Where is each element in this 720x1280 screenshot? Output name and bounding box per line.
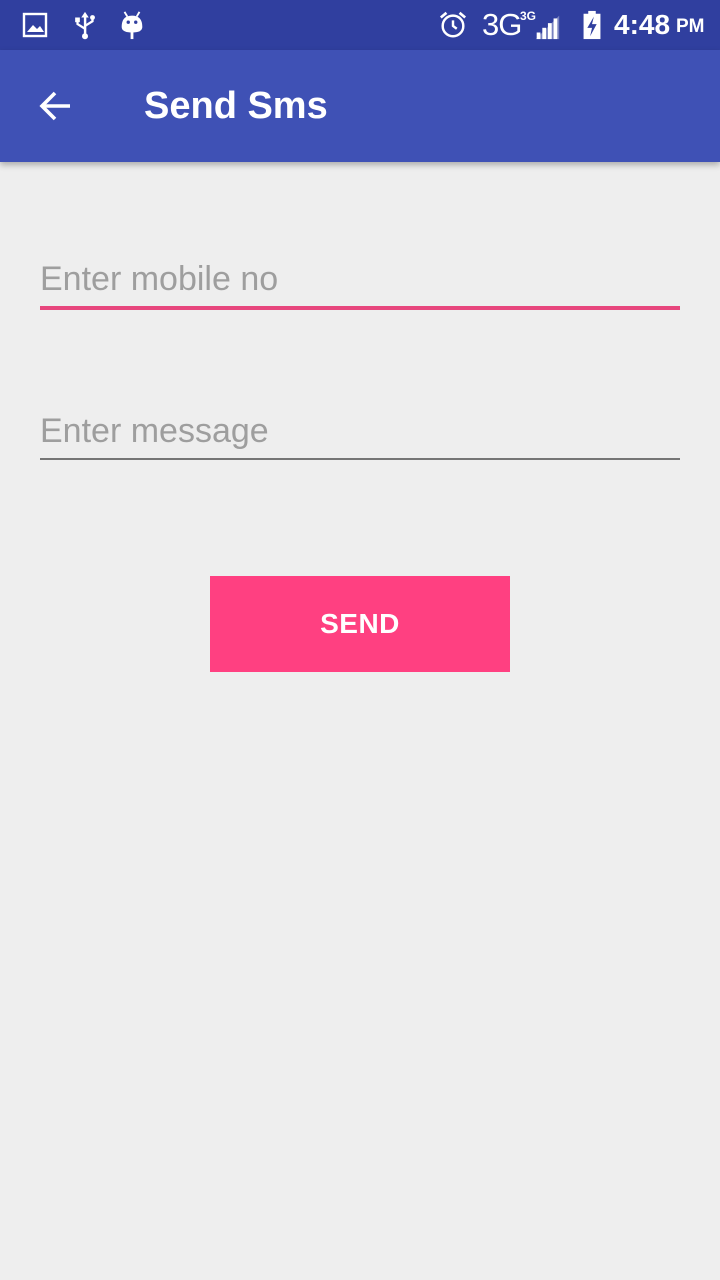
- signal-icon: [535, 15, 560, 40]
- gallery-icon: [22, 12, 48, 38]
- message-input[interactable]: [40, 410, 680, 458]
- app-bar: Send Sms: [0, 50, 720, 162]
- back-button[interactable]: [20, 70, 92, 142]
- status-bar: 3G 3G 4:48 PM: [0, 0, 720, 50]
- arrow-back-icon: [39, 91, 70, 121]
- mobile-field-underline: [40, 306, 680, 310]
- mobile-number-input[interactable]: [40, 258, 680, 306]
- usb-icon: [75, 11, 95, 40]
- message-field-underline: [40, 458, 680, 460]
- network-type: 3G: [482, 7, 522, 42]
- page-title: Send Sms: [144, 85, 328, 127]
- alarm-icon: [439, 11, 467, 38]
- clock-ampm: PM: [676, 16, 705, 37]
- message-field: [40, 410, 680, 460]
- mobile-field: [40, 258, 680, 310]
- send-button[interactable]: SEND: [210, 576, 510, 672]
- clock-time: 4:48: [614, 9, 671, 40]
- battery-charging-icon: [583, 10, 601, 40]
- android-debug-icon: [121, 11, 143, 40]
